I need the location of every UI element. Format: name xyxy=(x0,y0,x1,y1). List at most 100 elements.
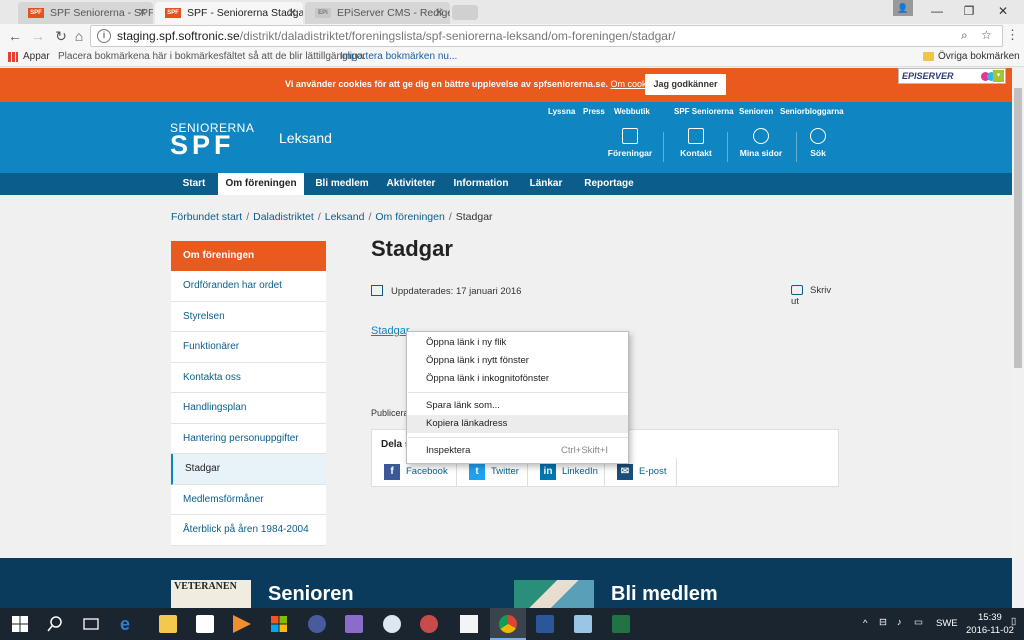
language-indicator[interactable]: SWE xyxy=(936,618,958,629)
tab-episerver[interactable]: EPi EPiServer CMS - Redige ✕ xyxy=(305,2,450,24)
spf-logo[interactable]: SENIORERNA SPF xyxy=(170,118,258,160)
notification-icon[interactable]: ▭ xyxy=(914,617,923,628)
spf-favicon-icon: SPF xyxy=(165,8,181,18)
mainnav-reportage[interactable]: Reportage xyxy=(578,173,640,195)
accept-cookies-button[interactable]: Jag godkänner xyxy=(645,74,726,95)
reload-icon[interactable]: ↻ xyxy=(53,28,69,44)
footer-title-bli-medlem[interactable]: Bli medlem xyxy=(611,583,718,606)
toplink-senioren[interactable]: Senioren xyxy=(739,107,773,116)
toplink-spf-seniorerna[interactable]: SPF Seniorerna xyxy=(674,107,734,116)
forward-arrow-icon[interactable]: → xyxy=(30,28,46,44)
menu-item-open-incognito[interactable]: Öppna länk i inkognitofönster xyxy=(407,370,628,388)
nav-kontakt[interactable]: Kontakt xyxy=(666,128,726,158)
excel-icon[interactable] xyxy=(612,615,630,633)
app-icon[interactable] xyxy=(420,615,438,633)
store-icon[interactable] xyxy=(196,615,214,633)
menu-item-save-link[interactable]: Spara länk som... xyxy=(407,397,628,415)
home-icon[interactable]: ⌂ xyxy=(71,28,87,44)
maximize-button[interactable]: ❐ xyxy=(952,0,986,22)
episerver-toolbar[interactable]: EPISERVER ▾ xyxy=(898,68,1006,84)
new-tab-button[interactable] xyxy=(452,5,478,20)
close-icon[interactable]: ✕ xyxy=(138,2,147,24)
office-icon[interactable] xyxy=(270,615,288,633)
page-scrollbar[interactable] xyxy=(1012,68,1024,608)
profile-icon[interactable]: 👤 xyxy=(893,0,913,16)
scrollbar-thumb[interactable] xyxy=(1014,88,1022,368)
task-view-icon[interactable] xyxy=(82,615,100,633)
close-icon[interactable]: ✕ xyxy=(288,2,297,24)
media-player-icon[interactable] xyxy=(233,615,251,633)
menu-item-copy-link[interactable]: Kopiera länkadress xyxy=(407,415,628,433)
tab-spf-seniorerna[interactable]: SPF SPF Seniorerna - SPF Se ✕ xyxy=(18,2,153,24)
import-bookmarks-link[interactable]: Importera bokmärken nu... xyxy=(340,51,457,62)
sidebar-item-aterblick[interactable]: Återblick på åren 1984-2004 xyxy=(171,515,326,546)
windows-start-icon[interactable] xyxy=(11,615,29,633)
sidebar-heading[interactable]: Om föreningen xyxy=(171,241,326,271)
published-text: Publicera xyxy=(371,408,409,418)
minimize-button[interactable]: — xyxy=(920,0,954,22)
other-bookmarks[interactable]: Övriga bokmärken xyxy=(938,51,1020,62)
nav-sok[interactable]: Sök xyxy=(788,128,848,158)
file-explorer-icon[interactable] xyxy=(159,615,177,633)
sidebar-item-personuppgifter[interactable]: Hantering personuppgifter xyxy=(171,423,326,454)
print-button[interactable]: Skriv ut xyxy=(791,285,841,307)
menu-item-open-new-window[interactable]: Öppna länk i nytt fönster xyxy=(407,352,628,370)
volume-icon[interactable]: ♪ xyxy=(897,617,902,628)
nav-mina-sidor[interactable]: Mina sidor xyxy=(731,128,791,158)
address-bar[interactable]: i staging.spf.softronic.se/distrikt/dala… xyxy=(90,25,1003,47)
network-icon[interactable]: ⊟ xyxy=(879,617,887,628)
chevron-up-icon[interactable]: ^ xyxy=(863,618,867,629)
breadcrumb-link[interactable]: Daladistriktet xyxy=(253,211,314,223)
back-arrow-icon[interactable]: ← xyxy=(7,28,23,44)
toplink-press[interactable]: Press xyxy=(583,107,605,116)
sidebar-item-funktionarer[interactable]: Funktionärer xyxy=(171,332,326,363)
footer-title-senioren[interactable]: Senioren xyxy=(268,583,354,606)
bli-medlem-image[interactable] xyxy=(514,580,594,608)
sidebar-item-medlemsformaner[interactable]: Medlemsförmåner xyxy=(171,484,326,515)
sidebar-item-handlingsplan[interactable]: Handlingsplan xyxy=(171,393,326,424)
keepass-icon[interactable] xyxy=(308,615,326,633)
app-icon[interactable] xyxy=(345,615,363,633)
mainnav-information[interactable]: Information xyxy=(448,173,514,195)
toplink-seniorbloggarna[interactable]: Seniorbloggarna xyxy=(780,107,844,116)
chrome-taskbar-button[interactable] xyxy=(490,608,526,640)
sidebar-item-stadgar[interactable]: Stadgar xyxy=(171,454,326,485)
clock-time[interactable]: 15:39 xyxy=(978,612,1002,623)
mainnav-om-foreningen[interactable]: Om föreningen xyxy=(218,173,304,195)
app-icon[interactable] xyxy=(383,615,401,633)
tab-stadgar[interactable]: SPF SPF - Seniorerna Stadgar ✕ xyxy=(155,2,303,24)
close-icon[interactable]: ✕ xyxy=(435,2,444,24)
info-icon[interactable]: i xyxy=(97,29,111,43)
app-icon[interactable] xyxy=(574,615,592,633)
sidebar-item-styrelsen[interactable]: Styrelsen xyxy=(171,301,326,332)
menu-item-open-new-tab[interactable]: Öppna länk i ny flik xyxy=(407,334,628,352)
apps-grid-icon[interactable] xyxy=(8,52,18,62)
breadcrumb-link[interactable]: Om föreningen xyxy=(375,211,444,223)
nav-foreningar[interactable]: Föreningar xyxy=(600,128,660,158)
toplink-lyssna[interactable]: Lyssna xyxy=(548,107,575,116)
notepad-icon[interactable] xyxy=(460,615,478,633)
mainnav-aktiviteter[interactable]: Aktiviteter xyxy=(380,173,442,195)
action-center-icon[interactable]: ▯ xyxy=(1011,616,1016,627)
edge-icon[interactable]: e xyxy=(120,615,138,633)
close-window-button[interactable]: ✕ xyxy=(986,0,1020,22)
clock-date[interactable]: 2016-11-02 xyxy=(966,625,1014,636)
breadcrumb-link[interactable]: Förbundet start xyxy=(171,211,242,223)
chrome-menu-icon[interactable]: ⋮ xyxy=(1006,27,1019,43)
sidebar-item-ordforanden[interactable]: Ordföranden har ordet xyxy=(171,271,326,302)
word-icon[interactable] xyxy=(536,615,554,633)
search-icon[interactable]: ⌕ xyxy=(961,28,968,43)
chevron-down-icon[interactable]: ▾ xyxy=(993,70,1004,82)
sidebar-item-kontakta-oss[interactable]: Kontakta oss xyxy=(171,362,326,393)
search-icon[interactable] xyxy=(46,615,64,633)
apps-link[interactable]: Appar xyxy=(23,51,50,62)
mainnav-start[interactable]: Start xyxy=(174,173,214,195)
mainnav-bli-medlem[interactable]: Bli medlem xyxy=(308,173,376,195)
toplink-webbutik[interactable]: Webbutik xyxy=(614,107,650,116)
star-icon[interactable]: ☆ xyxy=(981,28,992,42)
menu-item-inspect[interactable]: Inspektera Ctrl+Skift+I xyxy=(407,442,628,460)
mainnav-lankar[interactable]: Länkar xyxy=(522,173,570,195)
stadgar-document-link[interactable]: Stadgar xyxy=(371,325,410,337)
senioren-magazine-image[interactable]: VETERANEN xyxy=(171,580,251,608)
breadcrumb-link[interactable]: Leksand xyxy=(325,211,365,223)
